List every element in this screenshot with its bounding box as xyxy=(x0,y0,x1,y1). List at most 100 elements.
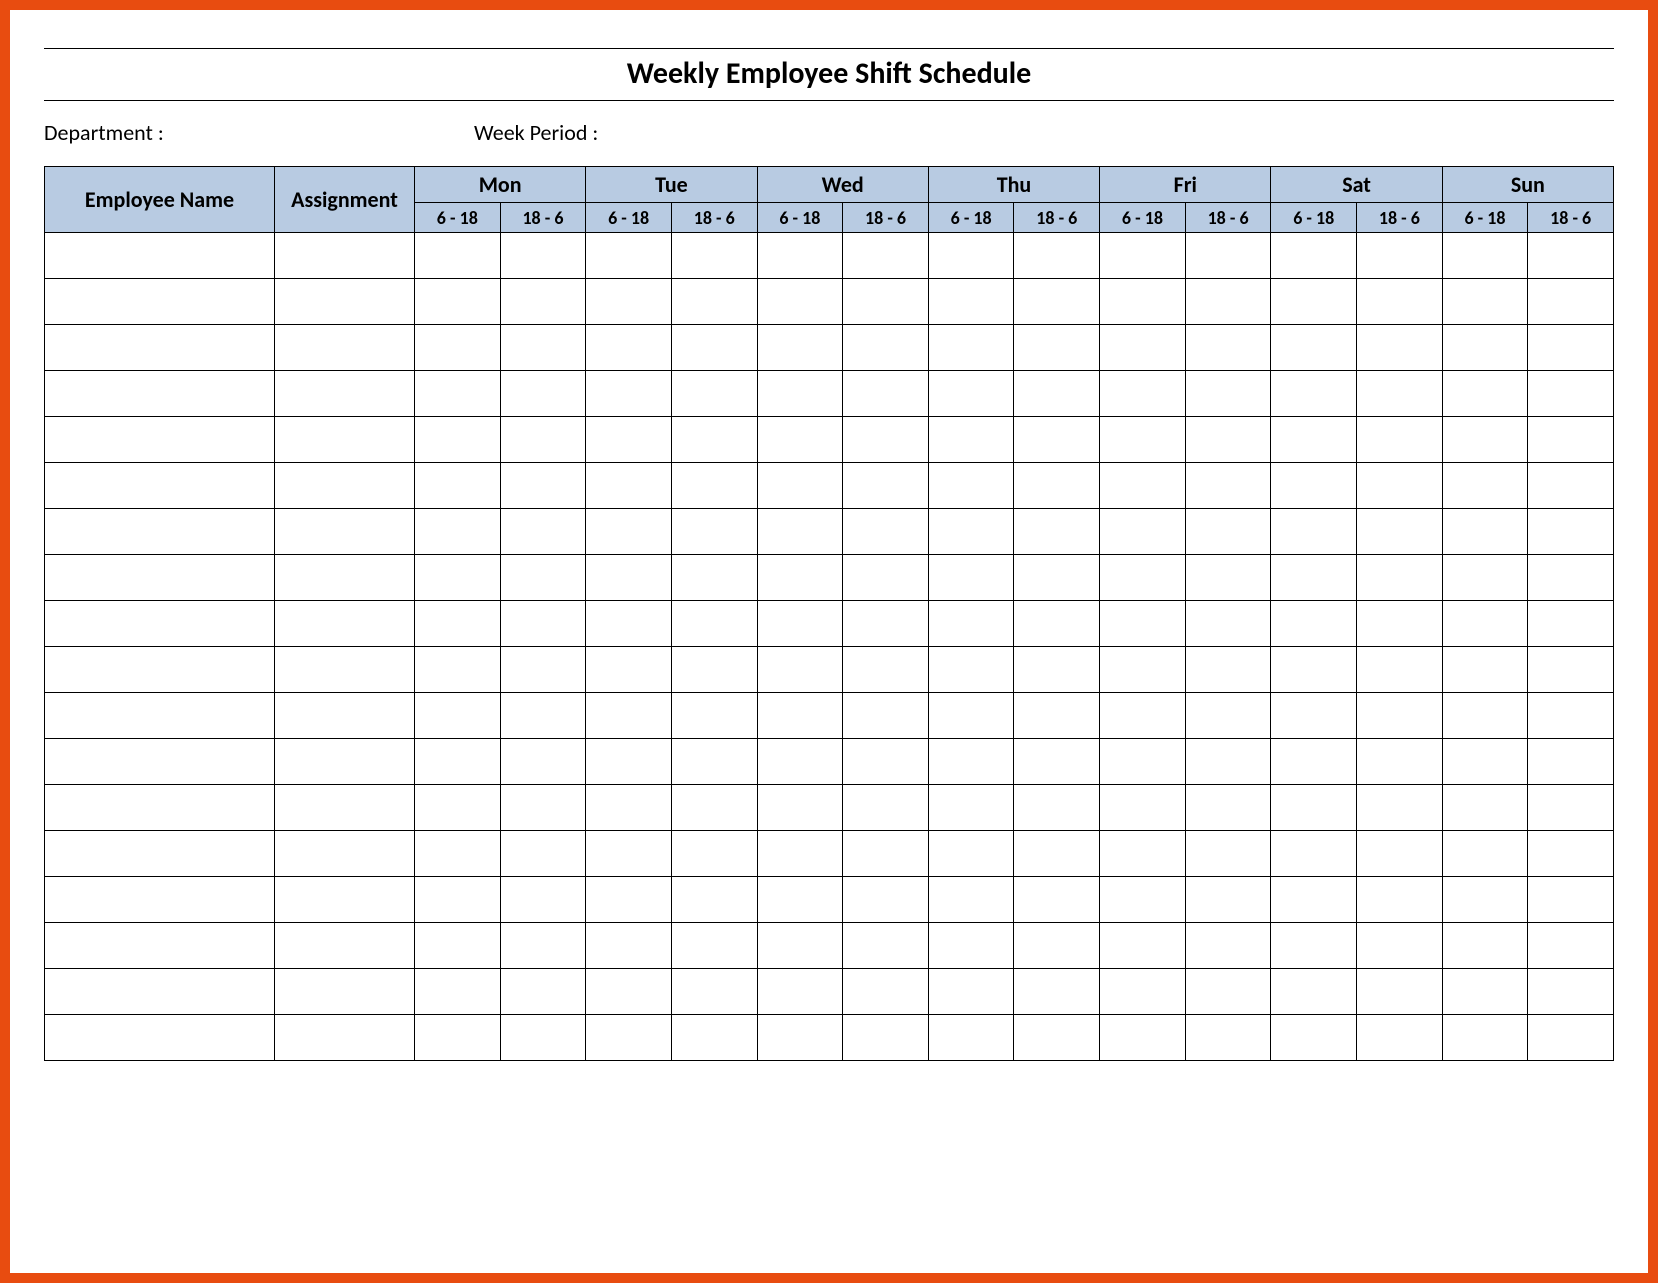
cell-shift[interactable] xyxy=(671,831,757,877)
cell-shift[interactable] xyxy=(415,923,501,969)
cell-shift[interactable] xyxy=(1357,831,1443,877)
cell-employee-name[interactable] xyxy=(45,509,275,555)
cell-shift[interactable] xyxy=(843,647,929,693)
cell-shift[interactable] xyxy=(757,647,843,693)
cell-shift[interactable] xyxy=(1271,831,1357,877)
cell-shift[interactable] xyxy=(415,1015,501,1061)
cell-shift[interactable] xyxy=(1014,417,1100,463)
cell-shift[interactable] xyxy=(757,1015,843,1061)
cell-shift[interactable] xyxy=(415,877,501,923)
cell-shift[interactable] xyxy=(1271,923,1357,969)
cell-shift[interactable] xyxy=(928,233,1014,279)
cell-shift[interactable] xyxy=(1528,325,1614,371)
cell-shift[interactable] xyxy=(1442,371,1528,417)
cell-shift[interactable] xyxy=(671,693,757,739)
cell-shift[interactable] xyxy=(1014,371,1100,417)
cell-shift[interactable] xyxy=(586,601,672,647)
cell-assignment[interactable] xyxy=(275,969,415,1015)
cell-shift[interactable] xyxy=(500,463,586,509)
cell-shift[interactable] xyxy=(1271,647,1357,693)
cell-shift[interactable] xyxy=(1100,877,1186,923)
cell-employee-name[interactable] xyxy=(45,233,275,279)
cell-assignment[interactable] xyxy=(275,417,415,463)
cell-shift[interactable] xyxy=(1528,785,1614,831)
cell-shift[interactable] xyxy=(500,693,586,739)
cell-assignment[interactable] xyxy=(275,509,415,555)
cell-employee-name[interactable] xyxy=(45,601,275,647)
cell-shift[interactable] xyxy=(1185,601,1271,647)
cell-shift[interactable] xyxy=(1271,1015,1357,1061)
cell-shift[interactable] xyxy=(415,693,501,739)
cell-assignment[interactable] xyxy=(275,877,415,923)
cell-shift[interactable] xyxy=(757,831,843,877)
cell-shift[interactable] xyxy=(757,463,843,509)
cell-assignment[interactable] xyxy=(275,693,415,739)
cell-shift[interactable] xyxy=(415,463,501,509)
cell-shift[interactable] xyxy=(1100,417,1186,463)
cell-shift[interactable] xyxy=(671,417,757,463)
cell-shift[interactable] xyxy=(1442,647,1528,693)
cell-shift[interactable] xyxy=(928,417,1014,463)
cell-shift[interactable] xyxy=(757,923,843,969)
cell-shift[interactable] xyxy=(757,877,843,923)
cell-shift[interactable] xyxy=(1100,509,1186,555)
cell-shift[interactable] xyxy=(1185,233,1271,279)
cell-shift[interactable] xyxy=(1357,417,1443,463)
cell-shift[interactable] xyxy=(1100,647,1186,693)
cell-shift[interactable] xyxy=(1185,509,1271,555)
cell-shift[interactable] xyxy=(1014,647,1100,693)
cell-shift[interactable] xyxy=(843,417,929,463)
cell-shift[interactable] xyxy=(586,509,672,555)
cell-shift[interactable] xyxy=(671,601,757,647)
cell-shift[interactable] xyxy=(671,371,757,417)
cell-shift[interactable] xyxy=(500,601,586,647)
cell-shift[interactable] xyxy=(1100,601,1186,647)
cell-shift[interactable] xyxy=(500,325,586,371)
cell-shift[interactable] xyxy=(928,509,1014,555)
cell-shift[interactable] xyxy=(1528,417,1614,463)
cell-assignment[interactable] xyxy=(275,325,415,371)
cell-shift[interactable] xyxy=(1442,417,1528,463)
cell-assignment[interactable] xyxy=(275,463,415,509)
cell-employee-name[interactable] xyxy=(45,693,275,739)
cell-shift[interactable] xyxy=(928,371,1014,417)
cell-shift[interactable] xyxy=(1271,233,1357,279)
cell-shift[interactable] xyxy=(586,923,672,969)
cell-shift[interactable] xyxy=(1271,509,1357,555)
cell-shift[interactable] xyxy=(1528,463,1614,509)
cell-assignment[interactable] xyxy=(275,371,415,417)
cell-shift[interactable] xyxy=(757,693,843,739)
cell-shift[interactable] xyxy=(1528,831,1614,877)
cell-shift[interactable] xyxy=(586,233,672,279)
cell-shift[interactable] xyxy=(843,923,929,969)
cell-shift[interactable] xyxy=(500,785,586,831)
cell-shift[interactable] xyxy=(1442,923,1528,969)
cell-shift[interactable] xyxy=(1357,739,1443,785)
cell-shift[interactable] xyxy=(586,969,672,1015)
cell-shift[interactable] xyxy=(1442,463,1528,509)
cell-shift[interactable] xyxy=(586,647,672,693)
cell-shift[interactable] xyxy=(843,739,929,785)
cell-shift[interactable] xyxy=(1442,555,1528,601)
cell-shift[interactable] xyxy=(1271,279,1357,325)
cell-shift[interactable] xyxy=(1014,509,1100,555)
cell-shift[interactable] xyxy=(671,923,757,969)
cell-shift[interactable] xyxy=(415,601,501,647)
cell-shift[interactable] xyxy=(1442,1015,1528,1061)
cell-shift[interactable] xyxy=(415,739,501,785)
cell-employee-name[interactable] xyxy=(45,371,275,417)
cell-shift[interactable] xyxy=(843,831,929,877)
cell-shift[interactable] xyxy=(757,969,843,1015)
cell-shift[interactable] xyxy=(1357,371,1443,417)
cell-shift[interactable] xyxy=(586,739,672,785)
cell-shift[interactable] xyxy=(1442,233,1528,279)
cell-shift[interactable] xyxy=(1014,279,1100,325)
cell-shift[interactable] xyxy=(1357,647,1443,693)
cell-shift[interactable] xyxy=(500,831,586,877)
cell-shift[interactable] xyxy=(586,371,672,417)
cell-shift[interactable] xyxy=(1442,877,1528,923)
cell-shift[interactable] xyxy=(1185,739,1271,785)
cell-shift[interactable] xyxy=(1271,785,1357,831)
cell-shift[interactable] xyxy=(843,877,929,923)
cell-shift[interactable] xyxy=(415,509,501,555)
